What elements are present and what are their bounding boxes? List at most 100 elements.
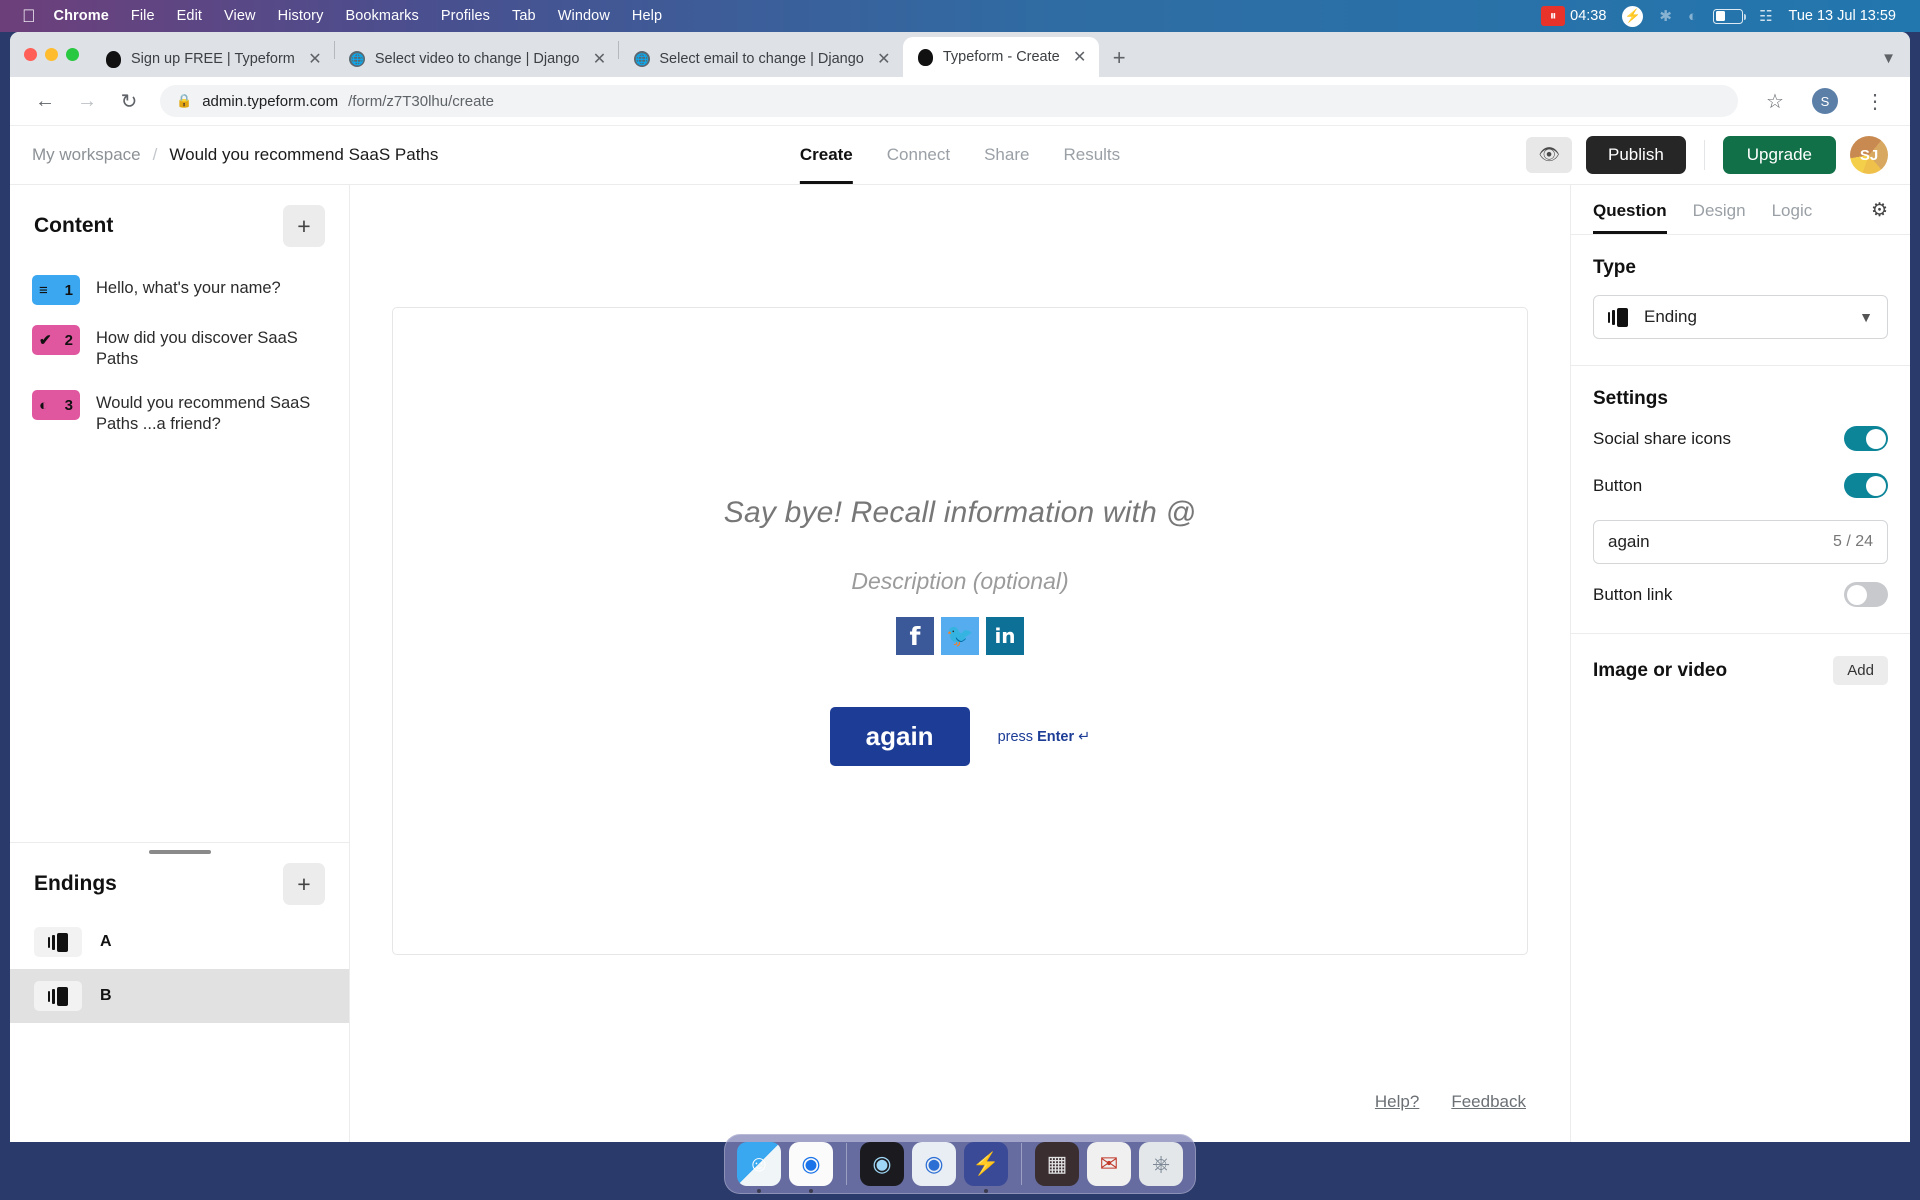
menu-item-file[interactable]: File [131,8,155,24]
battery-icon[interactable] [1713,8,1747,24]
trash-icon[interactable]: ⎈ [1139,1142,1183,1186]
menu-item-edit[interactable]: Edit [177,8,202,24]
preview-eye-icon[interactable]: 👁 [1526,137,1573,173]
finder-icon[interactable]: ☺ [737,1142,781,1193]
list-item[interactable]: ≡ 1 Hello, what's your name? [10,265,349,315]
twitter-icon[interactable]: 🐦 [941,617,979,655]
type-section: Type Ending ▼ [1571,235,1910,366]
1password-icon[interactable]: ◉ [912,1142,956,1186]
wifi-icon[interactable]: ◐ [1688,8,1697,25]
flash-icon[interactable]: ⚡ [964,1142,1008,1193]
screen-recording-indicator[interactable]: ⏸ 04:38 [1541,6,1606,26]
button-link-toggle[interactable] [1844,582,1888,607]
app-tab-bar: Create Connect Share Results [799,126,1120,184]
minimize-window-button[interactable] [45,48,58,61]
content-heading: Content [34,214,114,237]
browser-tab-active[interactable]: Typeform - Create ✕ [902,37,1099,77]
ending-description-placeholder[interactable]: Description (optional) [851,568,1068,595]
menu-bar-status-items: ⏸ 04:38 ⚡ ✱ ◐ ☷ Tue 13 Jul 13:59 [1541,5,1908,27]
upgrade-button[interactable]: Upgrade [1722,136,1836,174]
ending-cta-button[interactable]: again [829,707,970,766]
breadcrumb-workspace[interactable]: My workspace [32,145,141,165]
menu-item-bookmarks[interactable]: Bookmarks [345,8,418,24]
chrome-icon[interactable]: ◉ [789,1142,833,1193]
publish-button[interactable]: Publish [1586,136,1686,174]
menu-item-history[interactable]: History [278,8,324,24]
browser-tab[interactable]: 🌐 Select email to change | Django ✕ [619,41,902,77]
address-bar[interactable]: 🔒 admin.typeform.com/form/z7T30lhu/creat… [160,85,1738,117]
add-media-button[interactable]: Add [1833,656,1888,685]
list-item[interactable]: ✔ 2 How did you discover SaaS Paths [10,315,349,380]
ending-title[interactable]: Say bye! Recall information with @ [724,496,1196,530]
maximize-window-button[interactable] [66,48,79,61]
flash-menu-icon[interactable]: ⚡ [1622,5,1644,27]
tab-share[interactable]: Share [984,126,1029,184]
left-sidebar: Content + ≡ 1 Hello, what's your name? ✔… [10,185,350,1142]
menu-item-help[interactable]: Help [632,8,662,24]
apple-menu-icon[interactable]:  [22,7,36,25]
content-header: Content + [10,185,349,257]
close-window-button[interactable] [24,48,37,61]
quicktime-icon[interactable]: ◉ [860,1142,904,1186]
forward-button[interactable]: → [66,90,108,113]
add-question-button[interactable]: + [283,205,325,247]
django-globe-favicon: 🌐 [349,51,366,68]
list-item[interactable]: ◐ 3 Would you recommend SaaS Paths ...a … [10,380,349,445]
facebook-icon[interactable]: f [896,617,934,655]
social-share-toggle[interactable] [1844,426,1888,451]
chrome-menu-icon[interactable]: ⋮ [1854,89,1896,114]
menu-item-profiles[interactable]: Profiles [441,8,490,24]
menu-bar-clock[interactable]: Tue 13 Jul 13:59 [1789,8,1896,24]
add-ending-button[interactable]: + [283,863,325,905]
mail-icon[interactable]: ✉ [1087,1142,1131,1186]
reload-button[interactable]: ↻ [108,89,150,114]
linkedin-icon[interactable]: in [986,617,1024,655]
app-store-icon[interactable]: ▦ [1035,1142,1079,1186]
tab-design[interactable]: Design [1693,201,1746,233]
type-select[interactable]: Ending ▼ [1593,295,1888,339]
help-link[interactable]: Help? [1375,1092,1419,1112]
settings-tab-bar: Question Design Logic ⚙ [1571,185,1910,235]
screen:  Chrome File Edit View History Bookmark… [0,0,1920,1200]
press-enter-hint: press Enter ↵ [998,729,1091,745]
browser-tab[interactable]: 🌐 Select video to change | Django ✕ [335,41,619,77]
tab-list-chevron-icon[interactable]: ▼ [1881,50,1910,77]
avatar[interactable]: SJ [1850,136,1888,174]
button-row: Button [1593,473,1888,498]
button-link-row: Button link [1593,582,1888,607]
new-tab-button[interactable]: + [1099,47,1140,77]
panel-resize-handle[interactable] [148,850,211,854]
bookmark-star-icon[interactable]: ☆ [1754,89,1796,114]
bluetooth-icon[interactable]: ✱ [1659,7,1672,25]
close-tab-button[interactable]: ✕ [1069,47,1091,67]
tab-connect[interactable]: Connect [887,126,950,184]
tab-results[interactable]: Results [1063,126,1120,184]
menu-item-tab[interactable]: Tab [512,8,536,24]
tab-create[interactable]: Create [799,126,853,184]
tab-logic[interactable]: Logic [1772,201,1813,233]
typeform-favicon [105,50,122,68]
ending-item-a[interactable]: A [10,915,349,969]
tab-question[interactable]: Question [1593,201,1667,234]
close-tab-button[interactable]: ✕ [304,49,326,69]
window-traffic-lights[interactable] [20,32,91,77]
menu-item-chrome[interactable]: Chrome [54,8,109,24]
header-actions: 👁 Publish Upgrade SJ [1526,136,1888,174]
menu-item-view[interactable]: View [224,8,256,24]
close-tab-button[interactable]: ✕ [588,49,610,69]
button-toggle[interactable] [1844,473,1888,498]
feedback-link[interactable]: Feedback [1451,1092,1526,1112]
back-button[interactable]: ← [24,90,66,113]
close-tab-button[interactable]: ✕ [873,49,895,69]
control-center-icon[interactable]: ☷ [1759,7,1772,25]
menu-item-window[interactable]: Window [558,8,610,24]
button-text-input[interactable]: again 5 / 24 [1593,520,1888,564]
breadcrumb-form-title[interactable]: Would you recommend SaaS Paths [169,145,438,165]
gear-icon[interactable]: ⚙ [1871,199,1888,234]
profile-avatar[interactable]: S [1812,88,1838,114]
browser-tab[interactable]: Sign up FREE | Typeform ✕ [91,41,334,77]
short-text-icon: ≡ 1 [32,275,80,305]
ending-item-b[interactable]: B [10,969,349,1023]
typeform-app: My workspace / Would you recommend SaaS … [10,125,1910,1142]
ending-glyph [48,986,68,1006]
